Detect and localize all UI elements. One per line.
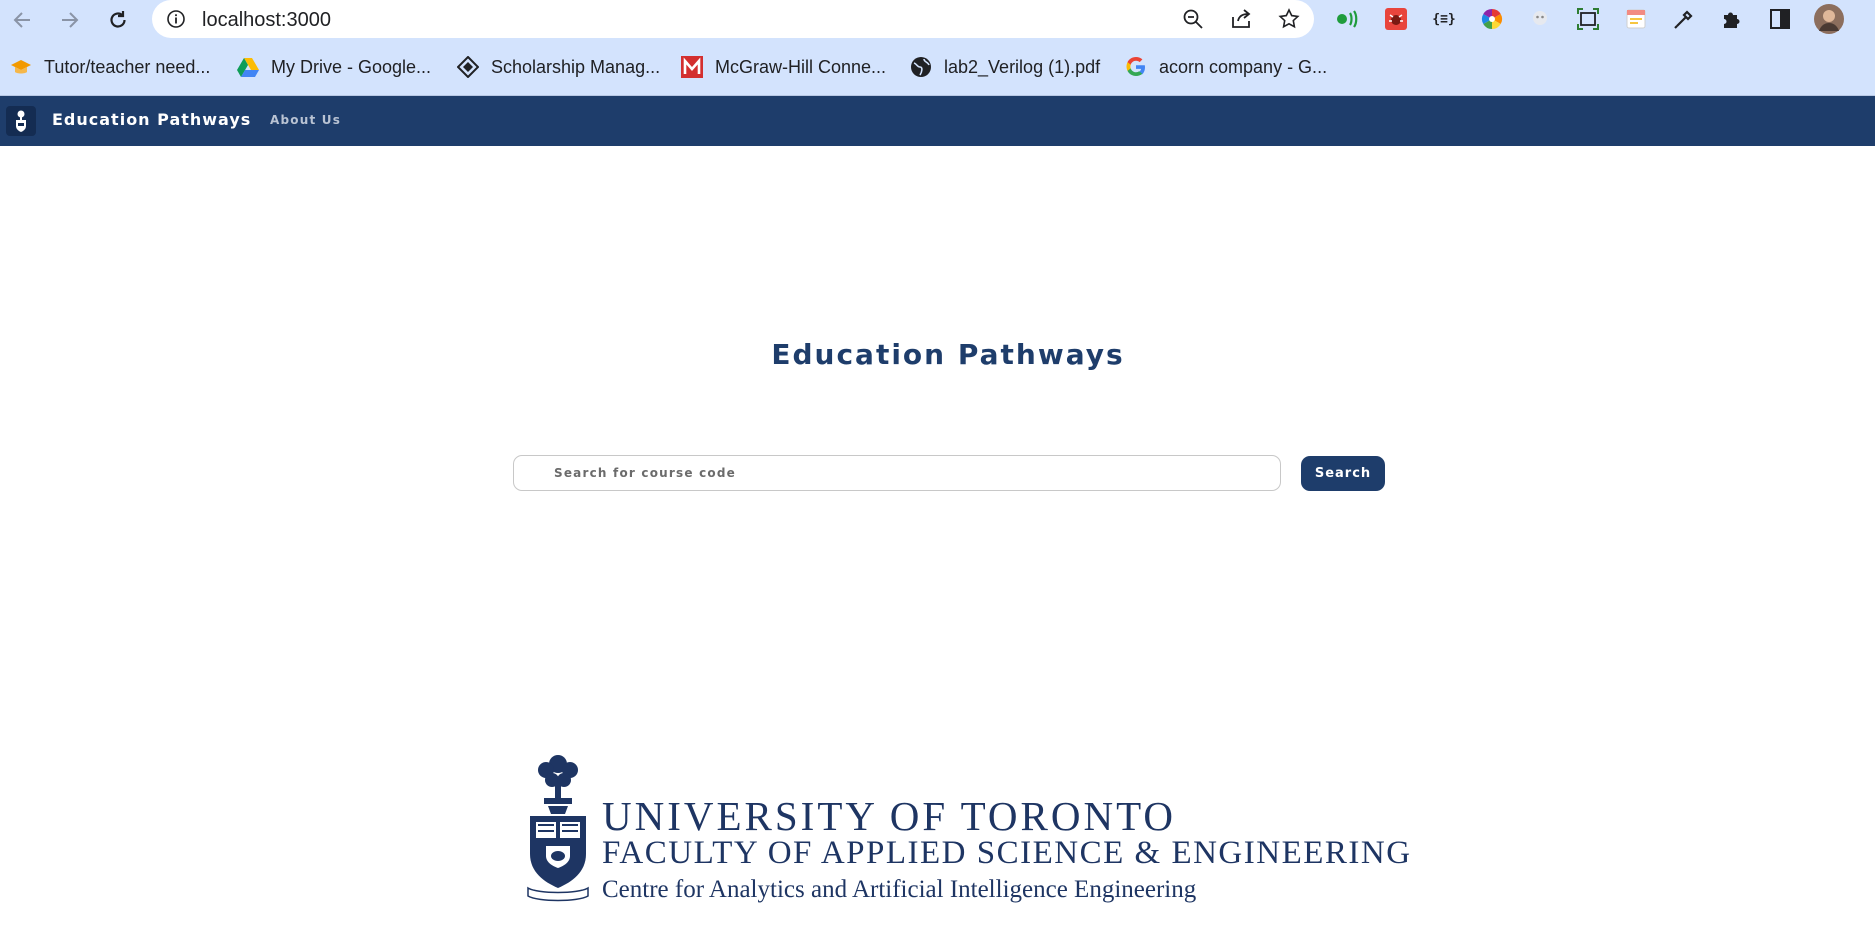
arrow-right-icon [62, 12, 79, 28]
ghost-extension-icon[interactable] [1527, 6, 1553, 32]
bookmark-mcgraw-hill[interactable]: McGraw-Hill Conne... [681, 54, 886, 80]
bookmark-lab2-verilog[interactable]: lab2_Verilog (1).pdf [910, 54, 1100, 80]
eyedropper-extension-icon[interactable] [1671, 6, 1697, 32]
back-button[interactable] [6, 4, 38, 36]
crest-logo-icon [16, 110, 26, 132]
bookmark-label: Tutor/teacher need... [44, 56, 211, 77]
course-search-input[interactable] [513, 455, 1281, 491]
profile-avatar-icon[interactable] [1813, 3, 1845, 35]
graduation-cap-icon [11, 60, 31, 74]
faculty-name: FACULTY OF APPLIED SCIENCE & ENGINEERING [602, 835, 1412, 871]
bookmark-label: lab2_Verilog (1).pdf [944, 56, 1101, 77]
share-icon[interactable] [1229, 7, 1253, 31]
globe-icon [911, 57, 931, 77]
centre-name: Centre for Analytics and Artificial Inte… [602, 876, 1197, 903]
red-bug-extension-icon[interactable] [1383, 6, 1409, 32]
bookmarks-bar: Tutor/teacher need... My Drive - Google.… [0, 50, 1875, 84]
bookmark-star-icon[interactable] [1277, 7, 1301, 31]
search-button[interactable]: Search [1301, 456, 1385, 491]
uoft-name: UNIVERSITY OF TORONTO [602, 793, 1177, 839]
google-drive-icon [237, 58, 259, 77]
bookmark-tutor[interactable]: Tutor/teacher need... [10, 54, 210, 80]
side-panel-icon[interactable] [1767, 6, 1793, 32]
bookmark-label: McGraw-Hill Conne... [715, 56, 887, 77]
zoom-icon[interactable] [1181, 7, 1205, 31]
bookmark-scholarship[interactable]: Scholarship Manag... [457, 54, 660, 80]
uoft-crest-icon [527, 755, 589, 902]
address-bar[interactable]: localhost:3000 [152, 0, 1314, 38]
bookmark-label: acorn company - G... [1159, 56, 1328, 77]
green-sound-extension-icon[interactable] [1335, 6, 1361, 32]
bookmark-label: My Drive - Google... [271, 56, 432, 77]
bookmark-label: Scholarship Manag... [491, 56, 661, 77]
json-extension-icon[interactable]: {≡} [1431, 6, 1457, 32]
screenshot-extension-icon[interactable] [1575, 6, 1601, 32]
nav-about-us[interactable]: About Us [270, 113, 341, 127]
arrow-left-icon [13, 12, 30, 28]
bookmark-my-drive[interactable]: My Drive - Google... [237, 54, 431, 80]
browser-chrome: localhost:3000 {≡} Tutor/teacher need...… [0, 0, 1875, 96]
reload-button[interactable] [102, 4, 134, 36]
app-logo[interactable] [6, 106, 36, 136]
app-brand[interactable]: Education Pathways [52, 110, 251, 129]
app-navbar: Education Pathways About Us [0, 96, 1875, 146]
google-icon [1126, 57, 1145, 76]
url-text[interactable]: localhost:3000 [202, 9, 331, 32]
mcgraw-hill-icon [681, 56, 703, 78]
bookmark-acorn[interactable]: acorn company - G... [1125, 54, 1327, 80]
forward-button[interactable] [54, 4, 86, 36]
page-title: Education Pathways [771, 338, 1125, 371]
notes-extension-icon[interactable] [1623, 6, 1649, 32]
site-info-icon[interactable] [166, 9, 186, 29]
browser-toolbar: localhost:3000 {≡} [0, 0, 1875, 40]
color-wheel-extension-icon[interactable] [1479, 6, 1505, 32]
diamond-logo-icon [457, 56, 479, 78]
puzzle-extensions-icon[interactable] [1719, 6, 1745, 32]
reload-icon [110, 11, 126, 28]
